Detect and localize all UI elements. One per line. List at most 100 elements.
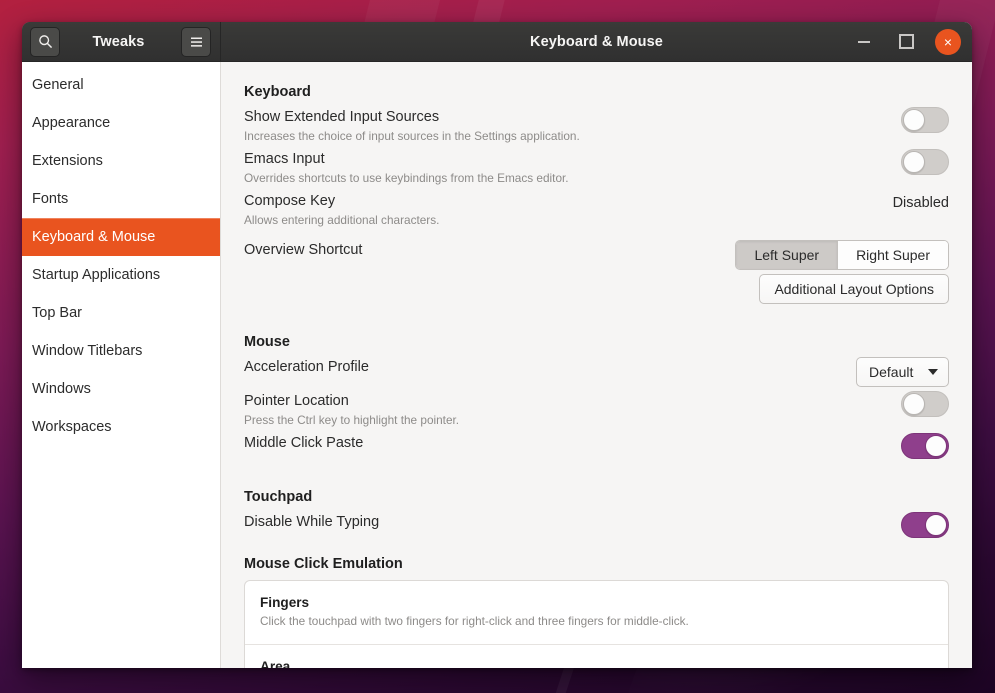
mouse-click-emulation-group: Mouse Click Emulation Fingers Click the …: [244, 556, 949, 668]
row-label: Pointer Location: [244, 393, 349, 410]
settings-content: Keyboard Show Extended Input Sources Inc…: [221, 62, 972, 668]
sidebar-item-top-bar[interactable]: Top Bar: [22, 294, 220, 332]
row-disable-while-typing: Disable While Typing: [244, 510, 949, 540]
acceleration-profile-dropdown[interactable]: Default: [856, 357, 949, 388]
sidebar-item-label: Fonts: [32, 191, 69, 207]
toggle-knob: [903, 150, 925, 173]
hamburger-menu-icon: [190, 37, 202, 47]
sidebar-item-label: Window Titlebars: [32, 343, 143, 359]
row-label: Emacs Input: [244, 150, 325, 167]
show-extended-input-sources-toggle[interactable]: [901, 107, 949, 133]
sidebar-item-windows[interactable]: Windows: [22, 370, 220, 408]
mouse-group-title: Mouse: [244, 334, 290, 351]
list-item-title: Fingers: [260, 595, 310, 610]
row-control: [901, 148, 949, 175]
list-item[interactable]: Fingers Click the touchpad with two fing…: [245, 581, 948, 644]
overview-shortcut-option-right-super[interactable]: Right Super: [838, 241, 948, 270]
row-label: Middle Click Paste: [244, 435, 364, 451]
disable-while-typing-toggle[interactable]: [901, 512, 949, 538]
row-text: Compose Key Allows entering additional c…: [244, 191, 893, 229]
emacs-input-toggle[interactable]: [901, 148, 949, 175]
row-text: Show Extended Input Sources Increases th…: [244, 107, 901, 145]
touchpad-group: Touchpad Disable While Typing: [244, 489, 949, 540]
chevron-down-icon: [928, 369, 938, 376]
search-icon: [38, 35, 52, 48]
tweaks-window: Tweaks Keyboard & Mouse × General Appear…: [22, 22, 972, 668]
toggle-knob: [925, 514, 947, 536]
menu-button[interactable]: [181, 26, 211, 57]
sidebar-item-startup-applications[interactable]: Startup Applications: [22, 256, 220, 294]
row-control: Default: [856, 357, 949, 388]
sidebar-item-workspaces[interactable]: Workspaces: [22, 408, 220, 446]
row-text: Pointer Location Press the Ctrl key to h…: [244, 391, 901, 429]
row-control: Disabled: [893, 191, 949, 215]
touchpad-group-title: Touchpad: [244, 489, 313, 505]
row-text: Overview Shortcut: [244, 240, 735, 260]
close-button[interactable]: ×: [935, 28, 961, 55]
toggle-knob: [903, 393, 925, 416]
row-control: [901, 433, 949, 459]
row-acceleration-profile: Acceleration Profile Default: [244, 355, 949, 389]
sidebar-nav: General Appearance Extensions Fonts Keyb…: [22, 62, 221, 668]
sidebar-item-label: General: [32, 77, 84, 93]
sidebar-item-label: Windows: [32, 381, 91, 397]
title-bar-sidebar-section: Tweaks: [22, 22, 221, 61]
title-bar-content-section: Keyboard & Mouse ×: [221, 22, 972, 61]
row-label: Show Extended Input Sources: [244, 109, 440, 125]
row-middle-click-paste: Middle Click Paste: [244, 431, 949, 461]
app-title: Tweaks: [92, 33, 145, 50]
toggle-knob: [925, 435, 947, 457]
minimize-button[interactable]: [851, 29, 877, 55]
mouse-click-emulation-title: Mouse Click Emulation: [244, 556, 403, 572]
row-label: Acceleration Profile: [244, 359, 369, 376]
additional-layout-options-button[interactable]: Additional Layout Options: [759, 274, 949, 305]
row-label: Compose Key: [244, 192, 336, 209]
sidebar-item-extensions[interactable]: Extensions: [22, 142, 220, 180]
window-controls: ×: [851, 28, 961, 55]
sidebar-item-label: Workspaces: [32, 419, 112, 435]
sidebar-item-label: Keyboard & Mouse: [32, 229, 156, 245]
maximize-button[interactable]: [893, 29, 919, 55]
middle-click-paste-toggle[interactable]: [901, 433, 949, 459]
row-control: Left Super Right Super: [735, 240, 949, 271]
row-description: Allows entering additional characters.: [244, 212, 440, 227]
row-emacs-input: Emacs Input Overrides shortcuts to use k…: [244, 147, 949, 189]
sidebar-item-keyboard-and-mouse[interactable]: Keyboard & Mouse: [22, 218, 220, 256]
sidebar-item-label: Startup Applications: [32, 267, 161, 283]
row-label: Overview Shortcut: [244, 242, 363, 259]
pointer-location-toggle[interactable]: [901, 391, 949, 418]
row-label: Disable While Typing: [244, 514, 380, 530]
sidebar-item-label: Top Bar: [32, 305, 82, 321]
toggle-knob: [903, 109, 925, 131]
mouse-group: Mouse Acceleration Profile Default Point…: [244, 334, 949, 461]
window-body: General Appearance Extensions Fonts Keyb…: [22, 62, 972, 668]
list-item[interactable]: Area Click the bottom right of the touch…: [245, 644, 948, 668]
keyboard-group: Keyboard Show Extended Input Sources Inc…: [244, 84, 949, 306]
row-text: Middle Click Paste: [244, 433, 901, 453]
row-control: [901, 512, 949, 538]
sidebar-item-window-titlebars[interactable]: Window Titlebars: [22, 332, 220, 370]
row-text: Emacs Input Overrides shortcuts to use k…: [244, 149, 901, 187]
row-compose-key: Compose Key Allows entering additional c…: [244, 189, 949, 231]
row-description: Overrides shortcuts to use keybindings f…: [244, 170, 569, 185]
title-bar: Tweaks Keyboard & Mouse ×: [22, 22, 972, 62]
sidebar-item-fonts[interactable]: Fonts: [22, 180, 220, 218]
row-additional-layout-options: Additional Layout Options: [244, 272, 949, 306]
sidebar-item-general[interactable]: General: [22, 66, 220, 104]
sidebar-item-appearance[interactable]: Appearance: [22, 104, 220, 142]
overview-shortcut-option-left-super[interactable]: Left Super: [736, 241, 839, 270]
sidebar-item-label: Appearance: [32, 115, 111, 131]
row-description: Increases the choice of input sources in…: [244, 129, 580, 143]
list-item-description: Click the touchpad with two fingers for …: [260, 614, 689, 629]
mouse-click-emulation-list: Fingers Click the touchpad with two fing…: [244, 580, 949, 668]
row-description: Press the Ctrl key to highlight the poin…: [244, 413, 460, 428]
overview-shortcut-segmented-control: Left Super Right Super: [735, 240, 949, 271]
compose-key-value[interactable]: Disabled: [893, 195, 949, 211]
acceleration-profile-value: Default: [869, 364, 914, 381]
row-overview-shortcut: Overview Shortcut Left Super Right Super: [244, 238, 949, 272]
keyboard-group-title: Keyboard: [244, 84, 311, 100]
row-text: Acceleration Profile: [244, 357, 856, 377]
row-control: [901, 107, 949, 133]
row-show-extended-input-sources: Show Extended Input Sources Increases th…: [244, 105, 949, 147]
